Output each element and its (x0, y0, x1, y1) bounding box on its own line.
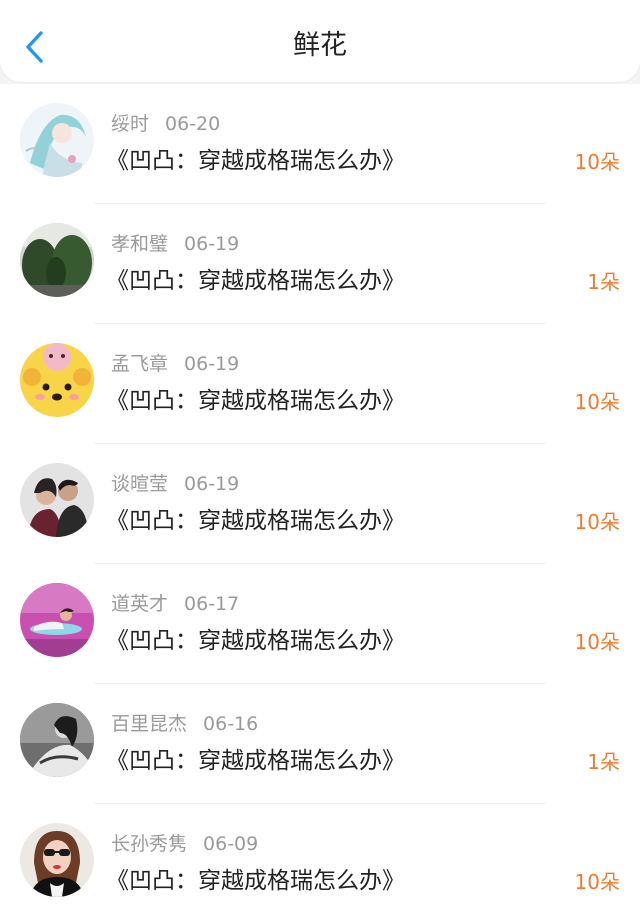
name-line: 百里昆杰 06-16 (111, 710, 258, 738)
avatar[interactable] (20, 703, 94, 777)
gift-date: 06-19 (184, 473, 240, 495)
name-line: 绥时 06-20 (111, 110, 220, 138)
flower-record-list: 绥时 06-20 《凹凸：穿越成格瑞怎么办》 10朵 孝和璧 06-19 《凹凸… (0, 84, 640, 920)
book-title: 《凹凸：穿越成格瑞怎么办》 (106, 748, 405, 774)
book-title: 《凹凸：穿越成格瑞怎么办》 (106, 268, 405, 294)
flower-count: 1朵 (587, 750, 620, 774)
avatar[interactable] (20, 103, 94, 177)
book-title: 《凹凸：穿越成格瑞怎么办》 (106, 148, 405, 174)
avatar[interactable] (20, 583, 94, 657)
sender-name: 孝和璧 (111, 233, 169, 255)
list-item[interactable]: 孝和璧 06-19 《凹凸：穿越成格瑞怎么办》 1朵 (0, 204, 640, 324)
sender-name: 百里昆杰 (111, 713, 188, 735)
flowers-page: 鲜花 绥时 06-20 《凹凸：穿越成格瑞怎么办》 10朵 孝和璧 06-19 … (0, 0, 640, 920)
flower-count: 1朵 (587, 270, 620, 294)
list-item[interactable]: 百里昆杰 06-16 《凹凸：穿越成格瑞怎么办》 1朵 (0, 684, 640, 804)
name-line: 谈暄莹 06-19 (111, 470, 239, 498)
name-line: 孟飞章 06-19 (111, 350, 239, 378)
sender-name: 谈暄莹 (111, 473, 169, 495)
gift-date: 06-19 (184, 233, 240, 255)
list-item[interactable]: 长孙秀隽 06-09 《凹凸：穿越成格瑞怎么办》 10朵 (0, 804, 640, 920)
name-line: 孝和璧 06-19 (111, 230, 239, 258)
book-title: 《凹凸：穿越成格瑞怎么办》 (106, 388, 405, 414)
gift-date: 06-17 (184, 593, 240, 615)
sender-name: 长孙秀隽 (111, 833, 188, 855)
flower-count: 10朵 (574, 150, 620, 174)
sender-name: 孟飞章 (111, 353, 169, 375)
list-item[interactable]: 道英才 06-17 《凹凸：穿越成格瑞怎么办》 10朵 (0, 564, 640, 684)
flower-count: 10朵 (574, 870, 620, 894)
top-bar: 鲜花 (0, 0, 640, 82)
name-line: 长孙秀隽 06-09 (111, 830, 258, 858)
list-item[interactable]: 孟飞章 06-19 《凹凸：穿越成格瑞怎么办》 10朵 (0, 324, 640, 444)
book-title: 《凹凸：穿越成格瑞怎么办》 (106, 508, 405, 534)
gift-date: 06-16 (203, 713, 259, 735)
gift-date: 06-20 (165, 113, 221, 135)
gift-date: 06-09 (203, 833, 259, 855)
sender-name: 道英才 (111, 593, 169, 615)
flower-count: 10朵 (574, 390, 620, 414)
list-item[interactable]: 谈暄莹 06-19 《凹凸：穿越成格瑞怎么办》 10朵 (0, 444, 640, 564)
avatar[interactable] (20, 343, 94, 417)
avatar[interactable] (20, 223, 94, 297)
name-line: 道英才 06-17 (111, 590, 239, 618)
book-title: 《凹凸：穿越成格瑞怎么办》 (106, 868, 405, 894)
flower-count: 10朵 (574, 630, 620, 654)
gift-date: 06-19 (184, 353, 240, 375)
avatar[interactable] (20, 823, 94, 897)
list-item[interactable]: 绥时 06-20 《凹凸：穿越成格瑞怎么办》 10朵 (0, 84, 640, 204)
flower-count: 10朵 (574, 510, 620, 534)
avatar[interactable] (20, 463, 94, 537)
book-title: 《凹凸：穿越成格瑞怎么办》 (106, 628, 405, 654)
sender-name: 绥时 (111, 113, 150, 135)
page-title: 鲜花 (293, 30, 347, 61)
